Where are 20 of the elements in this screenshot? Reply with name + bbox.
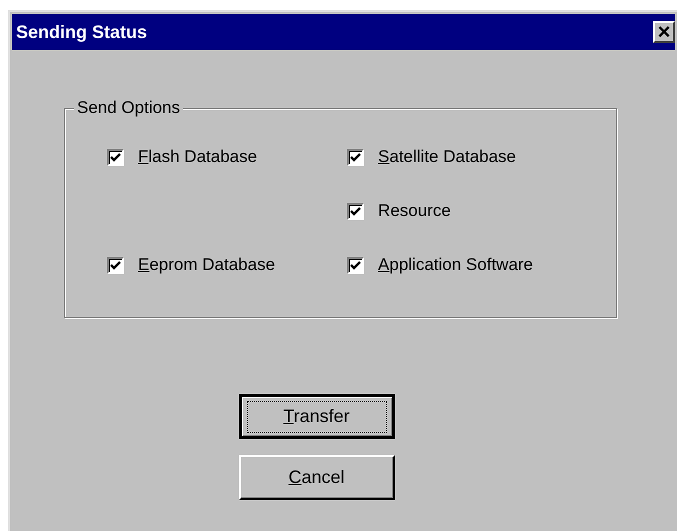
checkbox-label: Eeprom Database	[138, 255, 276, 275]
check-icon	[350, 152, 362, 162]
close-button[interactable]: ×	[653, 21, 675, 43]
check-icon	[110, 260, 121, 270]
checkbox[interactable]	[107, 148, 124, 166]
checkbox[interactable]	[107, 256, 124, 274]
checkbox-label: Application Software	[378, 255, 534, 275]
checkbox[interactable]	[347, 148, 364, 166]
group-legend: Send Options	[74, 98, 184, 118]
window-title: Sending Status	[16, 22, 148, 42]
checkbox-label: Resource	[378, 201, 451, 221]
check-icon	[350, 206, 362, 216]
cancel-button[interactable]: Cancel	[238, 455, 394, 500]
checkbox-label: Flash Database	[138, 147, 258, 167]
checkbox[interactable]	[347, 256, 364, 274]
check-icon	[110, 152, 121, 162]
checkbox[interactable]	[347, 202, 364, 220]
check-icon	[350, 260, 362, 270]
checkbox-label: Satellite Database	[378, 147, 516, 167]
transfer-button[interactable]: Transfer	[238, 394, 394, 439]
